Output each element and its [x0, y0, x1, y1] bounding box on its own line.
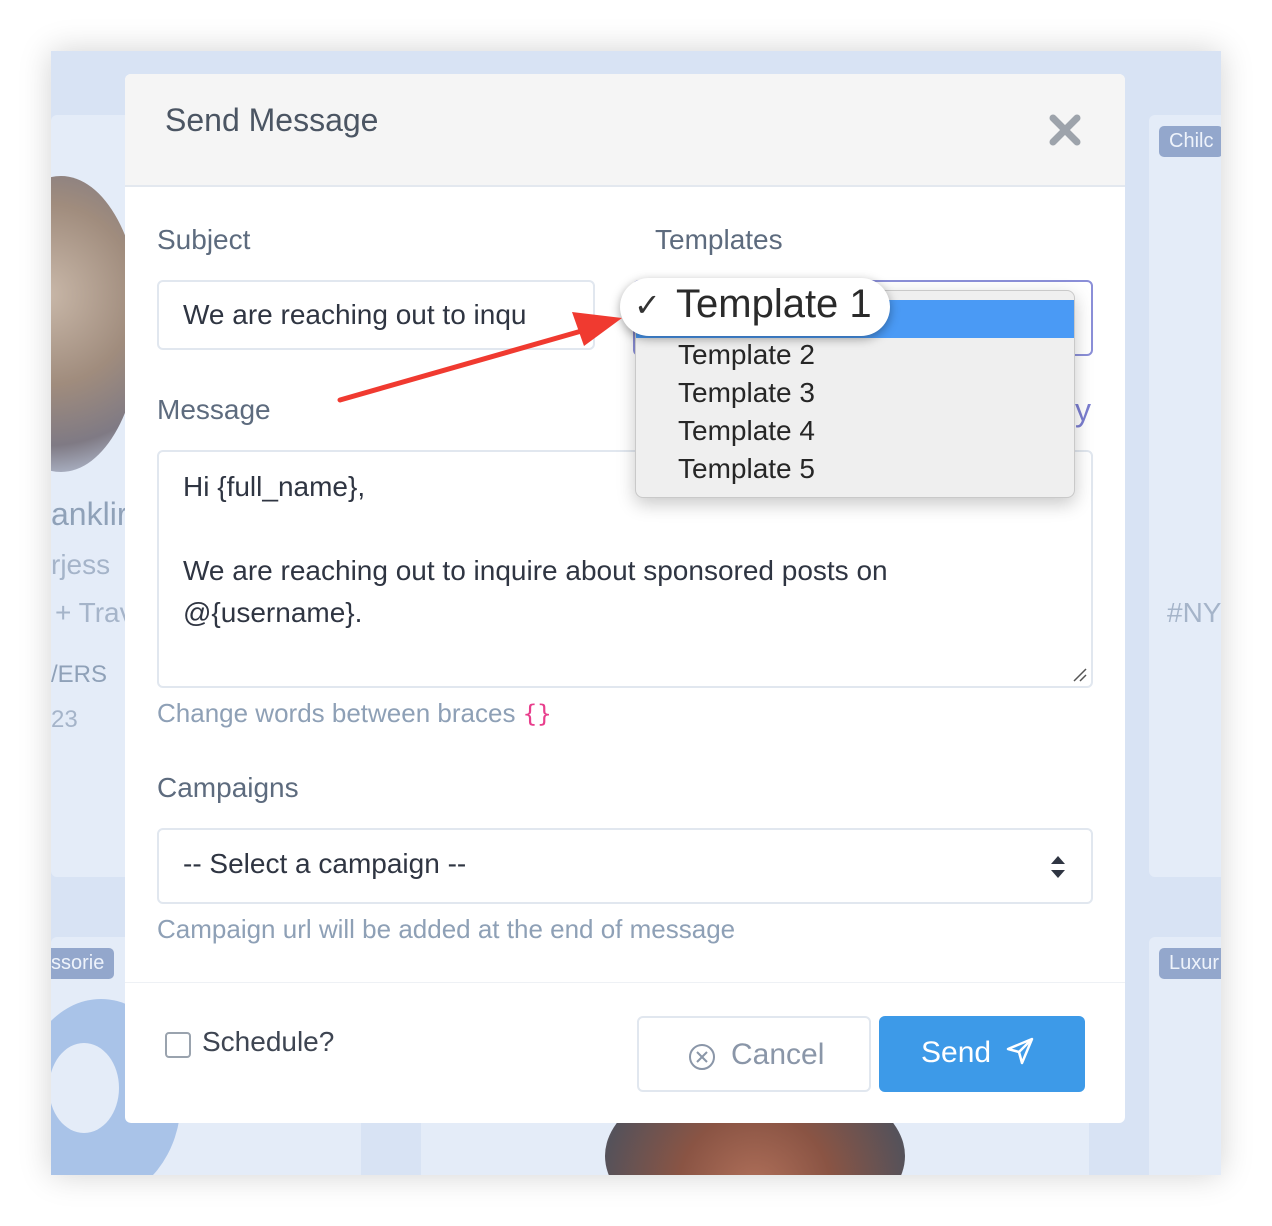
annotation-arrow — [337, 312, 622, 403]
